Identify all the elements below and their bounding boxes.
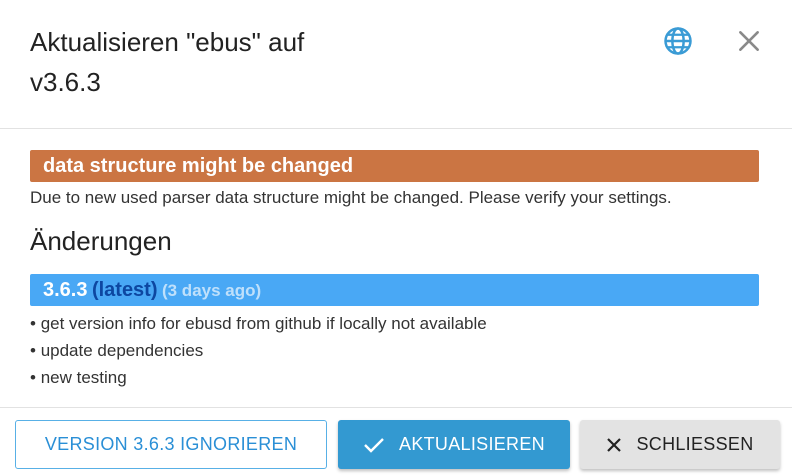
update-button[interactable]: AKTUALISIEREN [338,420,570,469]
latest-label: (latest) [91,279,158,301]
ignore-version-label: VERSION 3.6.3 IGNORIEREN [44,434,298,454]
update-label: AKTUALISIEREN [399,434,545,454]
close-label: SCHLIESSEN [636,434,754,454]
version-age: (3 days ago) [161,281,262,300]
list-item: update dependencies [30,337,759,364]
warning-text: Due to new used parser data structure mi… [30,188,672,207]
close-icon[interactable] [736,28,762,54]
changes-list: get version info for ebusd from github i… [30,310,759,391]
globe-icon[interactable] [663,26,693,56]
list-item: new testing [30,364,759,391]
changes-heading: Änderungen [30,226,172,256]
ignore-version-button[interactable]: VERSION 3.6.3 IGNORIEREN [15,420,327,469]
close-button[interactable]: SCHLIESSEN [580,420,780,469]
check-icon [364,437,384,453]
dialog-footer: VERSION 3.6.3 IGNORIEREN AKTUALISIEREN S… [0,407,792,475]
dialog-content: data structure might be changed Due to n… [30,150,759,391]
version-bar: 3.6.3 (latest) (3 days ago) [30,274,759,306]
dialog-header: Aktualisieren "ebus" auf v3.6.3 [0,0,792,129]
x-icon [607,437,622,452]
version-number: 3.6.3 [43,279,88,301]
dialog-title: Aktualisieren "ebus" auf v3.6.3 [30,27,305,97]
warning-title: data structure might be changed [30,150,759,182]
list-item: get version info for ebusd from github i… [30,310,759,337]
